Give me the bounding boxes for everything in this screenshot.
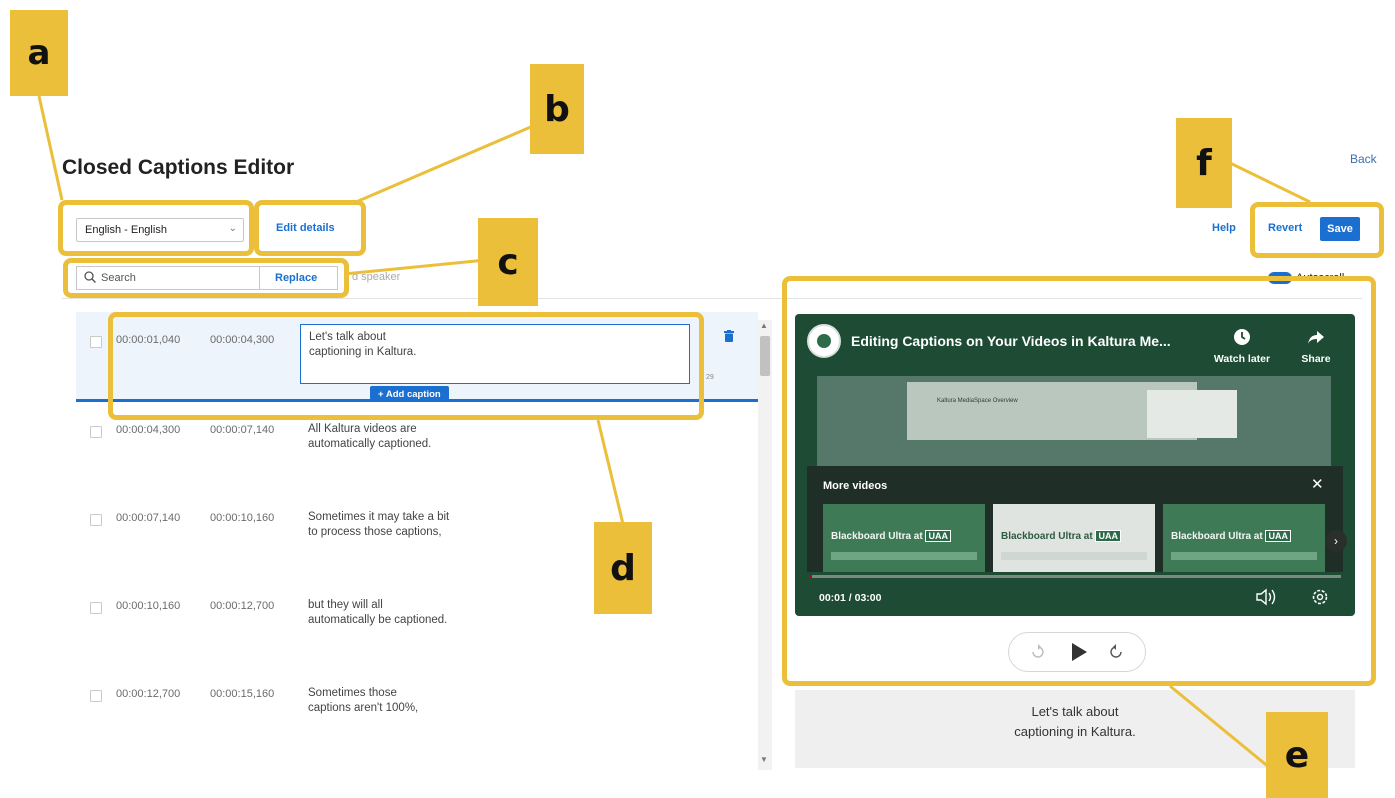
- back-link[interactable]: Back: [1350, 152, 1377, 166]
- row-checkbox[interactable]: [90, 690, 102, 702]
- caption-row[interactable]: 00:00:10,160 00:00:12,700 but they will …: [76, 578, 758, 666]
- row-checkbox[interactable]: [90, 426, 102, 438]
- scroll-up-arrow-icon[interactable]: ▲: [760, 321, 768, 330]
- annotation-tag-f: f: [1176, 118, 1232, 208]
- end-time[interactable]: 00:00:15,160: [210, 688, 274, 700]
- caption-text-line: Sometimes it may take a bit: [308, 511, 450, 523]
- caption-text-line: All Kaltura videos are: [308, 423, 417, 435]
- annotation-tag-b: b: [530, 64, 584, 154]
- page-title: Closed Captions Editor: [62, 156, 295, 179]
- scrollbar-thumb[interactable]: [760, 336, 770, 376]
- caption-text-line: automatically be captioned.: [308, 614, 448, 626]
- char-count: 29: [706, 374, 714, 381]
- start-time[interactable]: 00:00:10,160: [116, 600, 180, 612]
- scroll-down-arrow-icon[interactable]: ▼: [760, 755, 768, 764]
- row-checkbox[interactable]: [90, 514, 102, 526]
- trash-icon[interactable]: [724, 330, 734, 342]
- caption-text-line: but they will all: [308, 599, 383, 611]
- caption-text-line: automatically captioned.: [308, 438, 432, 450]
- speaker-label: d speaker: [352, 271, 401, 283]
- annotation-tag-a: a: [10, 10, 68, 96]
- start-time[interactable]: 00:00:04,300: [116, 424, 180, 436]
- caption-text-line: captions aren't 100%,: [308, 702, 419, 714]
- row-checkbox[interactable]: [90, 602, 102, 614]
- caption-text-line: Sometimes those: [308, 687, 397, 699]
- annotation-tag-c: c: [478, 218, 538, 306]
- caption-text[interactable]: but they will all automatically be capti…: [308, 598, 498, 628]
- add-caption-button[interactable]: + Add caption: [370, 386, 449, 402]
- annotation-box-d: [108, 312, 704, 420]
- caption-list-scrollbar[interactable]: [758, 320, 772, 770]
- end-time[interactable]: 00:00:07,140: [210, 424, 274, 436]
- end-time[interactable]: 00:00:10,160: [210, 512, 274, 524]
- annotation-tag-d: d: [594, 522, 652, 614]
- caption-text[interactable]: Sometimes those captions aren't 100%,: [308, 686, 498, 716]
- caption-text[interactable]: Sometimes it may take a bit to process t…: [308, 510, 498, 540]
- start-time[interactable]: 00:00:07,140: [116, 512, 180, 524]
- annotation-box-c: [63, 258, 349, 298]
- help-link[interactable]: Help: [1212, 222, 1236, 234]
- caption-row[interactable]: 00:00:12,700 00:00:15,160 Sometimes thos…: [76, 666, 758, 754]
- caption-text[interactable]: All Kaltura videos are automatically cap…: [308, 422, 498, 452]
- annotation-box-b: [254, 200, 366, 256]
- annotation-box-a: [58, 200, 254, 256]
- annotation-box-e: [782, 276, 1376, 686]
- end-time[interactable]: 00:00:12,700: [210, 600, 274, 612]
- caption-text-line: to process those captions,: [308, 526, 442, 538]
- start-time[interactable]: 00:00:12,700: [116, 688, 180, 700]
- caption-row[interactable]: 00:00:07,140 00:00:10,160 Sometimes it m…: [76, 490, 758, 578]
- annotation-tag-e: e: [1266, 712, 1328, 798]
- annotation-box-f: [1250, 202, 1384, 258]
- row-checkbox[interactable]: [90, 336, 102, 348]
